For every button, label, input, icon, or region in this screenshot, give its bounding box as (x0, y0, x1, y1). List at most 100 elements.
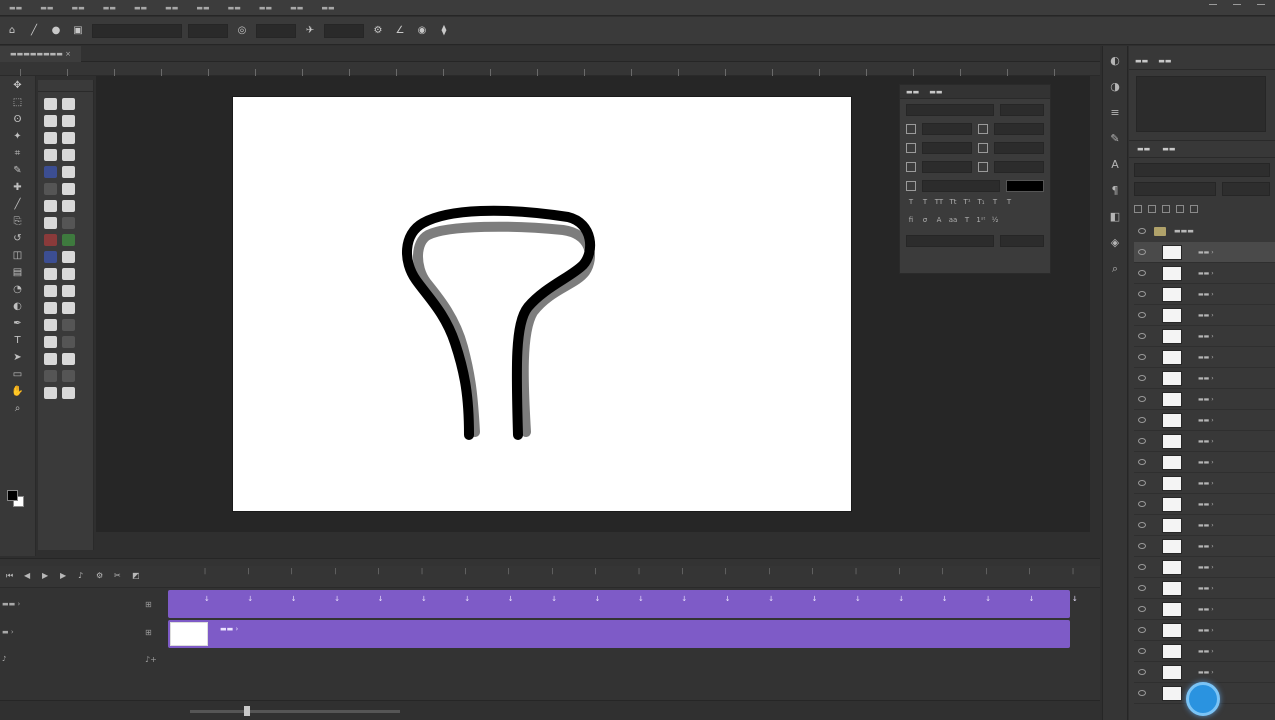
transition-icon[interactable]: ◩ (132, 571, 142, 581)
brush-preset[interactable] (44, 302, 57, 314)
brush-preset[interactable] (44, 319, 57, 331)
layer-filter-select[interactable] (1134, 163, 1270, 177)
vertical-scale-field[interactable] (922, 161, 972, 173)
visibility-eye-icon[interactable] (1138, 585, 1146, 591)
visibility-eye-icon[interactable] (1138, 690, 1146, 696)
visibility-eye-icon[interactable] (1138, 606, 1146, 612)
brush-preset[interactable] (44, 370, 57, 382)
lock-artboard-icon[interactable] (1176, 205, 1184, 213)
timeline-zoom-slider[interactable] (190, 710, 400, 713)
brush-preset[interactable] (62, 336, 75, 348)
font-size-field[interactable] (922, 123, 972, 135)
titling-icon[interactable]: T (962, 216, 972, 226)
frame-marker[interactable]: ↓ (812, 595, 818, 603)
brush-preset[interactable] (62, 166, 75, 178)
visibility-eye-icon[interactable] (1138, 333, 1146, 339)
font-style-select[interactable] (1000, 104, 1044, 116)
menu-item[interactable]: ▬▬ (187, 4, 218, 12)
character-icon[interactable]: A (1108, 158, 1122, 172)
layer-row[interactable]: ▬▬ › (1134, 347, 1275, 368)
brush-preset[interactable] (62, 251, 75, 263)
frame-marker[interactable]: ↓ (551, 595, 557, 603)
frame-marker[interactable]: ↓ (421, 595, 427, 603)
fractions-icon[interactable]: ½ (990, 216, 1000, 226)
brush-preset[interactable] (44, 132, 57, 144)
frame-marker[interactable]: ↓ (985, 595, 991, 603)
tab-layers[interactable]: ▬▬ (1137, 145, 1150, 153)
track-add-icon[interactable]: ⊞ (145, 600, 152, 609)
foreground-color-swatch[interactable] (7, 490, 18, 501)
menu-item[interactable]: ▬▬ (94, 4, 125, 12)
paragraph-icon[interactable]: ¶ (1108, 184, 1122, 198)
track-label[interactable]: ▬ › (2, 628, 14, 636)
marquee-icon[interactable]: ⬚ (5, 94, 31, 110)
font-family-select[interactable] (906, 104, 994, 116)
frame-marker[interactable]: ↓ (595, 595, 601, 603)
clone-stamp-icon[interactable]: ⎘ (5, 213, 31, 229)
visibility-eye-icon[interactable] (1138, 480, 1146, 486)
quick-select-icon[interactable]: ✦ (5, 128, 31, 144)
superscript-icon[interactable]: T¹ (962, 198, 972, 208)
anti-alias-select[interactable] (1000, 235, 1044, 247)
angle-icon[interactable]: ∠ (392, 23, 408, 39)
menu-item[interactable]: ▬▬ (156, 4, 187, 12)
old-style-icon[interactable]: σ (920, 216, 930, 226)
layer-row[interactable]: ▬▬ › (1134, 557, 1275, 578)
brush-preset[interactable] (44, 166, 57, 178)
layers-icon[interactable]: ◧ (1108, 210, 1122, 224)
zoom-icon[interactable]: ⌕ (5, 400, 31, 416)
frame-marker[interactable]: ↓ (898, 595, 904, 603)
timeline-track-frames[interactable]: ↓ ↓ ↓ ↓ ↓ ↓ ↓ ↓ ↓ ↓ ↓ ↓ ↓ ↓ ↓ ↓ ↓ ↓ ↓ ↓ ↓ (168, 590, 1078, 618)
ligature-icon[interactable]: fi (906, 216, 916, 226)
layer-row[interactable]: ▬▬ › (1134, 473, 1275, 494)
frame-marker[interactable]: ↓ (1072, 595, 1078, 603)
brush-preset[interactable] (62, 98, 75, 110)
close-icon[interactable] (1257, 4, 1265, 12)
horizontal-scale-field[interactable] (994, 161, 1044, 173)
dodge-icon[interactable]: ◐ (5, 298, 31, 314)
play-icon[interactable]: ▶ (42, 571, 52, 581)
tab-swatches[interactable]: ▬▬ (1158, 57, 1171, 65)
brush-icon[interactable]: ╱ (5, 196, 31, 212)
brush-preset[interactable] (44, 268, 57, 280)
visibility-eye-icon[interactable] (1138, 648, 1146, 654)
pressure-size-icon[interactable]: ◉ (414, 23, 430, 39)
crop-icon[interactable]: ⌗ (5, 145, 31, 161)
visibility-eye-icon[interactable] (1138, 228, 1146, 234)
gradient-icon[interactable]: ▤ (5, 264, 31, 280)
frame-marker[interactable]: ↓ (855, 595, 861, 603)
frame-marker[interactable]: ↓ (291, 595, 297, 603)
baseline-shift-field[interactable] (922, 180, 1000, 192)
visibility-eye-icon[interactable] (1138, 522, 1146, 528)
layer-row[interactable]: ▬▬ › (1134, 326, 1275, 347)
underline-icon[interactable]: T (990, 198, 1000, 208)
lock-all-icon[interactable] (1190, 205, 1198, 213)
opacity-field[interactable] (188, 23, 228, 38)
small-caps-icon[interactable]: Tt (948, 198, 958, 208)
brush-preset[interactable] (62, 285, 75, 297)
brush-preset[interactable] (44, 251, 57, 263)
brush-preset[interactable] (62, 370, 75, 382)
adjustments-icon[interactable]: ◑ (1108, 80, 1122, 94)
brush-preset[interactable] (44, 217, 57, 229)
first-frame-icon[interactable]: ⏮ (6, 571, 16, 581)
layer-row[interactable]: ▬▬ › (1134, 599, 1275, 620)
tracking-field[interactable] (994, 142, 1044, 154)
strikethrough-icon[interactable]: T (1004, 198, 1014, 208)
menu-item[interactable]: ▬▬ (0, 4, 31, 12)
brush-preset[interactable] (44, 183, 57, 195)
mode-select[interactable] (92, 23, 182, 38)
smoothing-options-icon[interactable]: ⚙ (370, 23, 386, 39)
path-select-icon[interactable]: ➤ (5, 349, 31, 365)
visibility-eye-icon[interactable] (1138, 291, 1146, 297)
split-icon[interactable]: ✂ (114, 571, 124, 581)
layer-row[interactable]: ▬▬ › (1134, 242, 1275, 263)
visibility-eye-icon[interactable] (1138, 396, 1146, 402)
airbrush-icon[interactable]: ✈ (302, 23, 318, 39)
brush-preset[interactable] (62, 353, 75, 365)
tab-channels[interactable]: ▬▬ (1162, 145, 1175, 153)
visibility-eye-icon[interactable] (1138, 543, 1146, 549)
brush-preset-icon[interactable]: ● (48, 23, 64, 39)
frame-marker[interactable]: ↓ (204, 595, 210, 603)
symmetry-icon[interactable]: ⧫ (436, 23, 452, 39)
